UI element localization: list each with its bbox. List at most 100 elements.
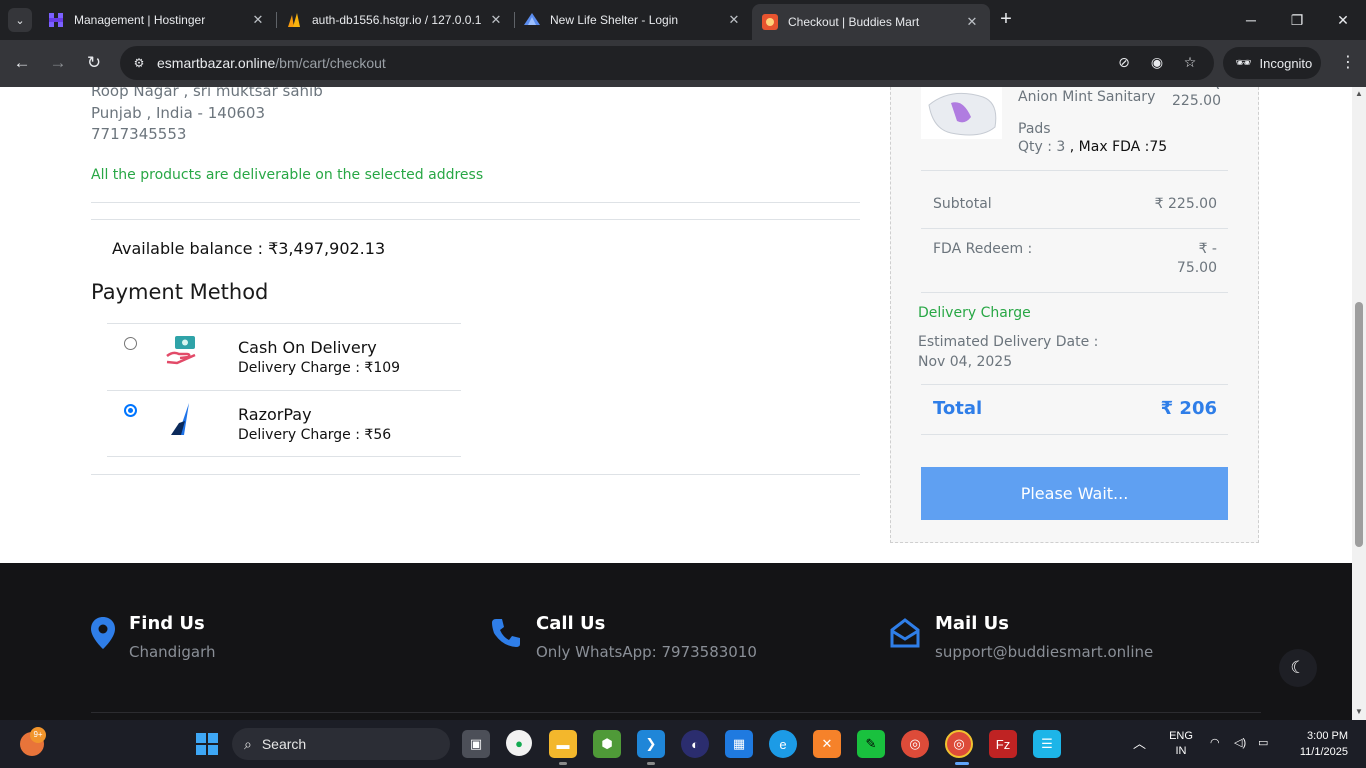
close-tab-icon[interactable]: ✕ — [964, 14, 980, 30]
page-scrollbar[interactable]: ▲ ▼ — [1352, 87, 1366, 720]
subtotal-value: ₹ 225.00 — [1154, 196, 1217, 212]
razorpay-radio[interactable] — [124, 404, 137, 417]
address-bar[interactable]: ⚙ esmartbazar.online/bm/cart/checkout ⊘ … — [120, 46, 1214, 80]
total-label: Total — [933, 398, 983, 419]
system-clock[interactable]: 3:00 PM 11/1/2025 — [1290, 728, 1348, 760]
scrollbar-thumb[interactable] — [1355, 302, 1363, 547]
divider — [921, 434, 1228, 435]
tab-search-button[interactable]: ⌄ — [8, 8, 32, 32]
xampp-icon[interactable]: ✕ — [813, 730, 841, 758]
battery-icon[interactable]: ▭ — [1258, 736, 1268, 751]
tab-title: auth-db1556.hstgr.io / 127.0.0.1 — [312, 13, 482, 27]
payment-option-cod[interactable]: Cash On Delivery Delivery Charge : ₹109 — [107, 323, 461, 390]
chrome-incognito-icon[interactable]: ◎ — [945, 730, 973, 758]
estimated-delivery: Estimated Delivery Date : Nov 04, 2025 — [918, 332, 1098, 372]
eclipse-icon[interactable]: ◐ — [681, 730, 709, 758]
windows-taskbar: 9+ ⌕ Search ▣ ● ▬ ⬢ ❯ ◐ ▦ e ✕ ✎ ◎ ◎ Fz ☰… — [0, 720, 1366, 768]
checkout-page: Roop Nagar , sri muktsar sahib Punjab , … — [0, 87, 1352, 720]
available-balance: Available balance : ₹3,497,902.13 — [112, 239, 386, 258]
call-us-text: Only WhatsApp: 7973583010 — [536, 643, 757, 661]
browser-menu-icon[interactable]: ⋮ — [1338, 52, 1358, 76]
back-icon[interactable]: ← — [10, 51, 34, 75]
fda-redeem-value-line-1: ₹ - — [1198, 241, 1217, 257]
mongodb-compass-icon[interactable]: ● — [506, 730, 532, 756]
place-order-button[interactable]: Please Wait... — [921, 467, 1228, 520]
taskbar-search[interactable]: ⌕ Search — [232, 728, 450, 760]
razorpay-logo-icon — [165, 401, 199, 435]
chrome-icon[interactable]: ◎ — [901, 730, 929, 758]
tab-phpmyadmin[interactable]: auth-db1556.hstgr.io / 127.0.0.1 ✕ — [276, 6, 514, 34]
mail-us-text: support@buddiesmart.online — [935, 643, 1154, 661]
vscode-icon[interactable]: ❯ — [637, 730, 665, 758]
clock-date: 11/1/2025 — [1299, 746, 1348, 758]
max-fda-text: , Max FDA :75 — [1065, 139, 1168, 155]
deliverable-note: All the products are deliverable on the … — [91, 167, 484, 183]
site-info-icon[interactable]: ⚙ — [130, 54, 148, 72]
divider — [91, 474, 860, 475]
close-tab-icon[interactable]: ✕ — [726, 12, 742, 28]
payment-option-razorpay[interactable]: RazorPay Delivery Charge : ₹56 — [107, 390, 461, 457]
microsoft-store-icon[interactable]: ▦ — [725, 730, 753, 758]
eye-slash-icon[interactable]: ◉ — [1147, 54, 1167, 72]
tab-hostinger[interactable]: Management | Hostinger ✕ — [38, 6, 276, 34]
nodejs-icon[interactable]: ⬢ — [593, 730, 621, 758]
tab-checkout-active[interactable]: Checkout | Buddies Mart ✕ — [752, 4, 990, 40]
notepad-green-icon[interactable]: ✎ — [857, 730, 885, 758]
incognito-label: Incognito — [1259, 55, 1313, 71]
razorpay-label: RazorPay — [238, 405, 312, 424]
phone-icon — [490, 617, 520, 649]
lang-line-2: IN — [1175, 745, 1187, 757]
task-view-icon[interactable]: ▣ — [462, 730, 490, 758]
filezilla-icon[interactable]: Fz — [989, 730, 1017, 758]
find-us-title: Find Us — [129, 613, 205, 634]
forward-icon[interactable]: → — [46, 51, 70, 75]
cod-label: Cash On Delivery — [238, 338, 377, 357]
close-tab-icon[interactable]: ✕ — [250, 12, 266, 28]
taskbar-search-label: Search — [261, 736, 307, 752]
file-explorer-icon[interactable]: ▬ — [549, 730, 577, 758]
close-window-button[interactable]: ✕ — [1320, 6, 1366, 34]
new-tab-button[interactable]: + — [996, 8, 1016, 32]
url-host: esmartbazar.online — [157, 55, 276, 71]
tab-title: New Life Shelter - Login — [550, 13, 679, 27]
edge-browser-icon[interactable]: e — [769, 730, 797, 758]
language-indicator[interactable]: ENG IN — [1166, 729, 1196, 759]
running-indicator — [647, 762, 655, 765]
volume-icon[interactable]: ◁) — [1234, 736, 1246, 751]
estimated-delivery-date: Nov 04, 2025 — [918, 354, 1013, 370]
scroll-up-arrow-icon[interactable]: ▲ — [1355, 89, 1363, 98]
reload-icon[interactable]: ↻ — [82, 51, 106, 75]
tab-title: Management | Hostinger — [74, 13, 206, 27]
cash-hand-icon — [165, 334, 199, 368]
divider — [91, 202, 860, 203]
tracking-protection-icon[interactable]: ⊘ — [1114, 54, 1134, 72]
show-hidden-icons-icon[interactable]: ︿ — [1133, 736, 1146, 751]
browser-toolbar: ← → ↻ ⚙ esmartbazar.online/bm/cart/check… — [0, 40, 1366, 87]
cod-radio[interactable] — [124, 337, 137, 350]
minimize-button[interactable]: ─ — [1228, 6, 1274, 34]
close-tab-icon[interactable]: ✕ — [488, 12, 504, 28]
product-image — [921, 87, 1002, 139]
estimated-delivery-label: Estimated Delivery Date : — [918, 334, 1099, 350]
dark-mode-toggle-moon-icon[interactable]: ☾ — [1279, 649, 1317, 687]
windows-start-icon[interactable] — [193, 730, 221, 758]
wifi-icon[interactable]: ◠ — [1210, 736, 1220, 751]
url-text[interactable]: esmartbazar.online/bm/cart/checkout — [157, 55, 386, 71]
fda-redeem-label: FDA Redeem : — [933, 241, 1033, 257]
restore-button[interactable]: ❐ — [1274, 6, 1320, 34]
find-us-text: Chandigarh — [129, 643, 216, 661]
address-line-1: Roop Nagar , sri muktsar sahib — [91, 87, 323, 100]
qty-text: Qty : 3 — [1018, 139, 1066, 155]
bookmark-star-icon[interactable]: ☆ — [1180, 54, 1200, 72]
product-name-line-1: Anion Mint Sanitary — [1018, 89, 1156, 105]
incognito-indicator[interactable]: 🕶 Incognito — [1223, 47, 1321, 79]
scroll-down-arrow-icon[interactable]: ▼ — [1355, 707, 1363, 716]
site-footer: Find Us Chandigarh Call Us Only WhatsApp… — [0, 563, 1352, 720]
product-price: ₹ 225.00 — [1150, 87, 1221, 113]
payment-method-title: Payment Method — [91, 280, 269, 304]
razorpay-charge: Delivery Charge : ₹56 — [238, 427, 392, 443]
buddies-mart-icon — [762, 14, 778, 30]
tab-new-life-shelter[interactable]: New Life Shelter - Login ✕ — [514, 6, 752, 34]
notepad-icon[interactable]: ☰ — [1033, 730, 1061, 758]
subtotal-label: Subtotal — [933, 196, 992, 212]
